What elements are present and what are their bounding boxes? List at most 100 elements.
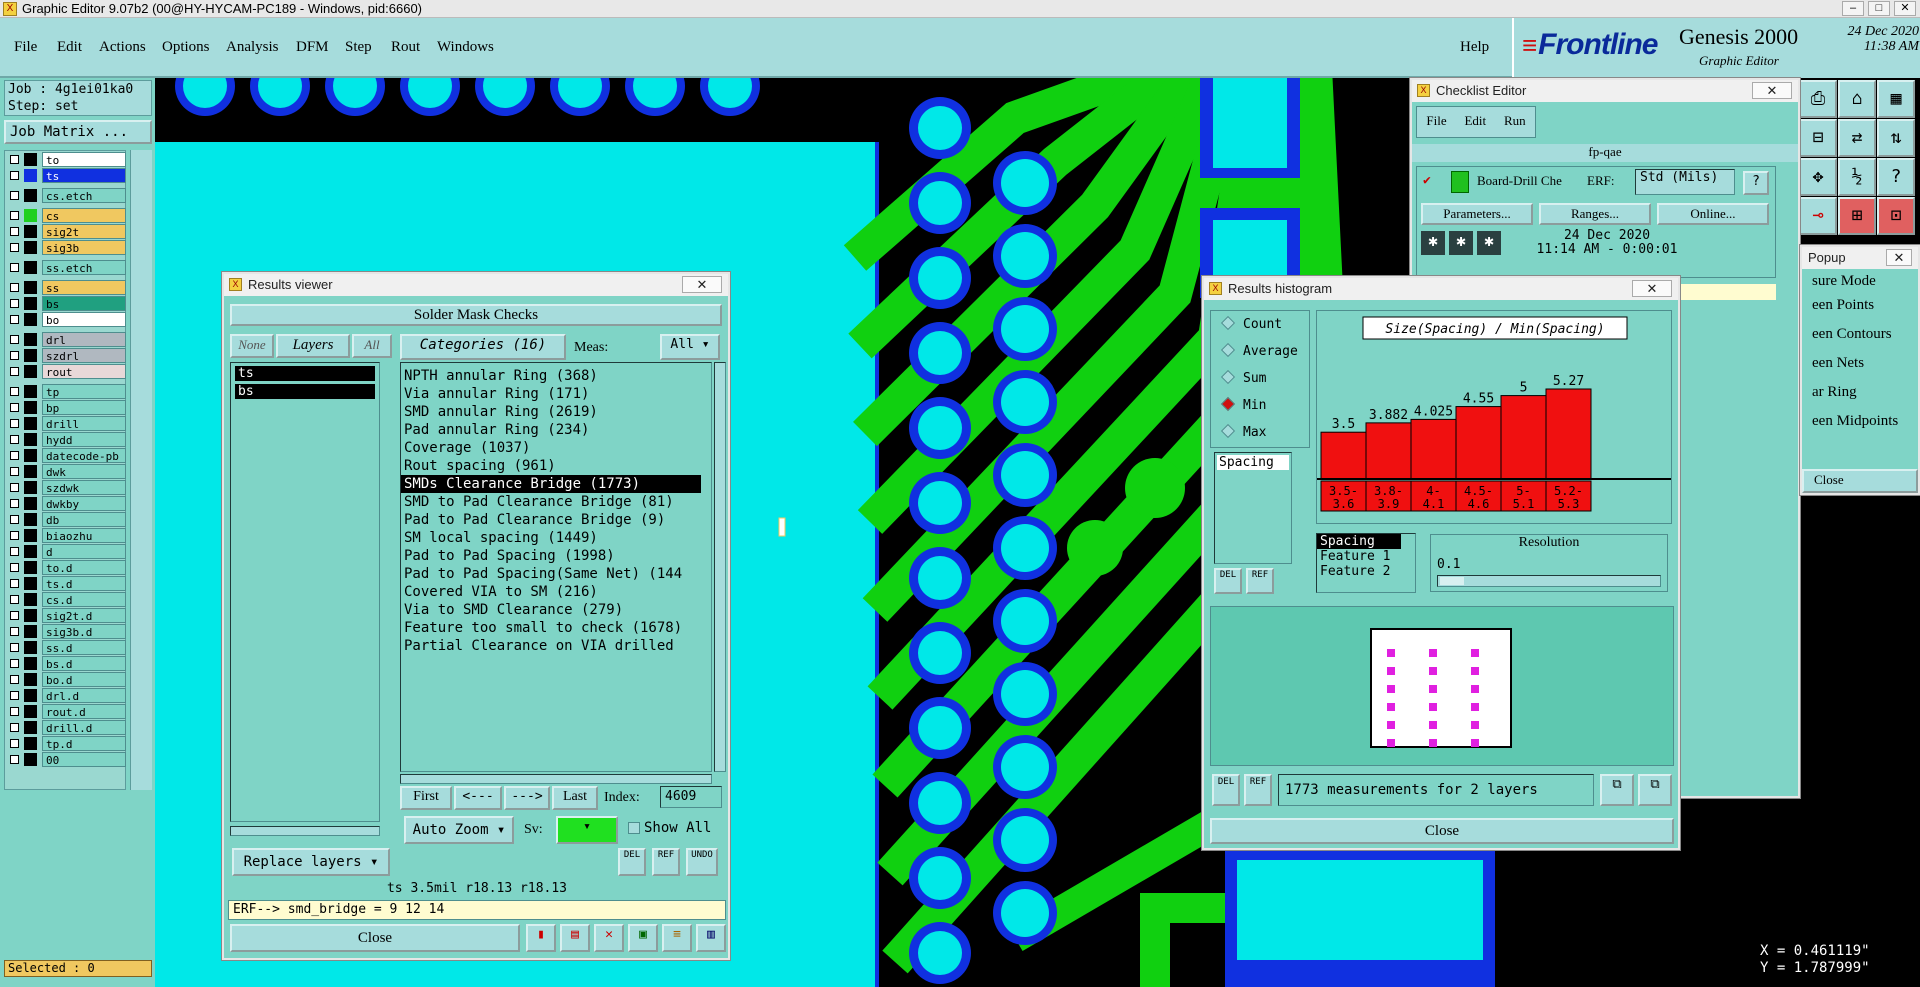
result-layer-item[interactable]: ts (235, 366, 375, 381)
export-icon[interactable]: ⧉ (1600, 774, 1634, 806)
mode-sum[interactable]: Sum (1220, 369, 1266, 386)
category-item[interactable]: Pad to Pad Clearance Bridge (9) (401, 511, 701, 529)
layer-checkbox[interactable] (10, 283, 19, 292)
mode-max[interactable]: Max (1220, 423, 1266, 440)
category-item[interactable]: NPTH annular Ring (368) (401, 367, 701, 385)
layer-checkbox[interactable] (10, 611, 19, 620)
category-item[interactable]: Covered VIA to SM (216) (401, 583, 701, 601)
next-button[interactable]: ---> (504, 786, 550, 810)
menu-help[interactable]: Help (1460, 39, 1489, 56)
layer-row[interactable]: cs (5, 208, 126, 223)
layer-color-swatch[interactable] (24, 657, 37, 670)
layer-name[interactable]: drill (42, 416, 126, 431)
category-item[interactable]: Rout spacing (961) (401, 457, 701, 475)
layer-name[interactable]: d (42, 544, 126, 559)
layer-checkbox[interactable] (10, 227, 19, 236)
layer-row[interactable]: to (5, 152, 126, 167)
layer-checkbox[interactable] (10, 707, 19, 716)
layer-checkbox[interactable] (10, 531, 19, 540)
layer-checkbox[interactable] (10, 403, 19, 412)
layer-color-swatch[interactable] (24, 689, 37, 702)
help-icon[interactable]: ? (1743, 171, 1769, 195)
layer-checkbox[interactable] (10, 691, 19, 700)
probe-icon[interactable]: ⊸ (1799, 197, 1837, 235)
check-checkbox[interactable]: ✔ (1423, 173, 1431, 188)
layer-results-list[interactable]: ts bs (230, 362, 380, 822)
layer-checkbox[interactable] (10, 419, 19, 428)
layer-row[interactable]: drl (5, 332, 126, 347)
layer-color-swatch[interactable] (24, 189, 37, 202)
layer-color-swatch[interactable] (24, 225, 37, 238)
home-icon[interactable]: ⌂ (1838, 80, 1876, 118)
ref-icon[interactable]: REF (652, 848, 680, 876)
layer-row[interactable]: tp.d (5, 736, 126, 751)
histogram-bar[interactable] (1545, 388, 1592, 480)
histogram-bar[interactable] (1455, 406, 1502, 480)
layer-checkbox[interactable] (10, 299, 19, 308)
layer-row[interactable]: biaozhu (5, 528, 126, 543)
layer-color-swatch[interactable] (24, 401, 37, 414)
popup-close-button[interactable]: Close (1802, 469, 1918, 493)
layer-checkbox[interactable] (10, 723, 19, 732)
layer-row[interactable]: bs.d (5, 656, 126, 671)
layer-name[interactable]: bo (42, 312, 126, 327)
category-list[interactable]: NPTH annular Ring (368) Via annular Ring … (400, 362, 712, 772)
layer-name[interactable]: szdwk (42, 480, 126, 495)
layer-row[interactable]: sig2t.d (5, 608, 126, 623)
delete-icon[interactable]: DEL (618, 848, 646, 876)
menu-analysis[interactable]: Analysis (226, 39, 279, 56)
layer-color-swatch[interactable] (24, 705, 37, 718)
layer-checkbox[interactable] (10, 499, 19, 508)
layer-checkbox[interactable] (10, 627, 19, 636)
layer-color-swatch[interactable] (24, 641, 37, 654)
layer-name[interactable]: dwk (42, 464, 126, 479)
spacing-item[interactable]: Spacing (1217, 455, 1289, 470)
layer-name[interactable]: drl.d (42, 688, 126, 703)
run-icon[interactable]: ✱ (1449, 231, 1473, 255)
layer-name[interactable]: rout.d (42, 704, 126, 719)
close-icon[interactable]: ✕ (1632, 280, 1672, 297)
layer-checkbox[interactable] (10, 467, 19, 476)
layer-color-swatch[interactable] (24, 209, 37, 222)
layer-name[interactable]: cs.etch (42, 188, 126, 203)
layer-list-scrollbar[interactable] (130, 150, 152, 790)
layer-checkbox[interactable] (10, 451, 19, 460)
layer-row[interactable]: bo (5, 312, 126, 327)
layer-name[interactable]: to.d (42, 560, 126, 575)
layer-row[interactable]: drill.d (5, 720, 126, 735)
popup-item[interactable]: een Points (1812, 297, 1874, 314)
layer-row[interactable]: szdwk (5, 480, 126, 495)
layer-checkbox[interactable] (10, 435, 19, 444)
flip-icon[interactable]: ⇅ (1877, 119, 1915, 157)
layer-row[interactable]: d (5, 544, 126, 559)
categories-button[interactable]: Categories (16) (400, 334, 566, 360)
layer-color-swatch[interactable] (24, 545, 37, 558)
layer-color-swatch[interactable] (24, 449, 37, 462)
maximize-icon[interactable]: □ (1868, 1, 1890, 16)
layer-color-swatch[interactable] (24, 753, 37, 766)
layer-row[interactable]: ts (5, 168, 126, 183)
layer-name[interactable]: dwkby (42, 496, 126, 511)
layer-checkbox[interactable] (10, 547, 19, 556)
mode-count[interactable]: Count (1220, 315, 1282, 332)
layer-name[interactable]: szdrl (42, 348, 126, 363)
ranges-button[interactable]: Ranges... (1539, 203, 1651, 225)
popup-item[interactable]: een Midpoints (1812, 413, 1898, 430)
category-item[interactable]: SMDs Clearance Bridge (1773) (401, 475, 701, 493)
layer-name[interactable]: cs.d (42, 592, 126, 607)
category-item[interactable]: Partial Clearance on VIA drilled (401, 637, 701, 655)
layer-color-swatch[interactable] (24, 417, 37, 430)
layer-list-hscroll[interactable] (230, 826, 380, 836)
grid-icon[interactable]: ▦ (1877, 80, 1915, 118)
run-icon[interactable]: ✱ (1477, 231, 1501, 255)
layer-color-swatch[interactable] (24, 365, 37, 378)
snap-icon[interactable]: ⊟ (1799, 119, 1837, 157)
menu-run[interactable]: Run (1504, 113, 1526, 128)
layer-name[interactable]: db (42, 512, 126, 527)
layer-row[interactable]: ss.d (5, 640, 126, 655)
layer-checkbox[interactable] (10, 335, 19, 344)
result-layer-item[interactable]: bs (235, 384, 375, 399)
close-icon[interactable]: ✕ (1752, 82, 1792, 99)
show-all-checkbox[interactable] (628, 822, 640, 834)
mode-min[interactable]: Min (1220, 396, 1266, 413)
